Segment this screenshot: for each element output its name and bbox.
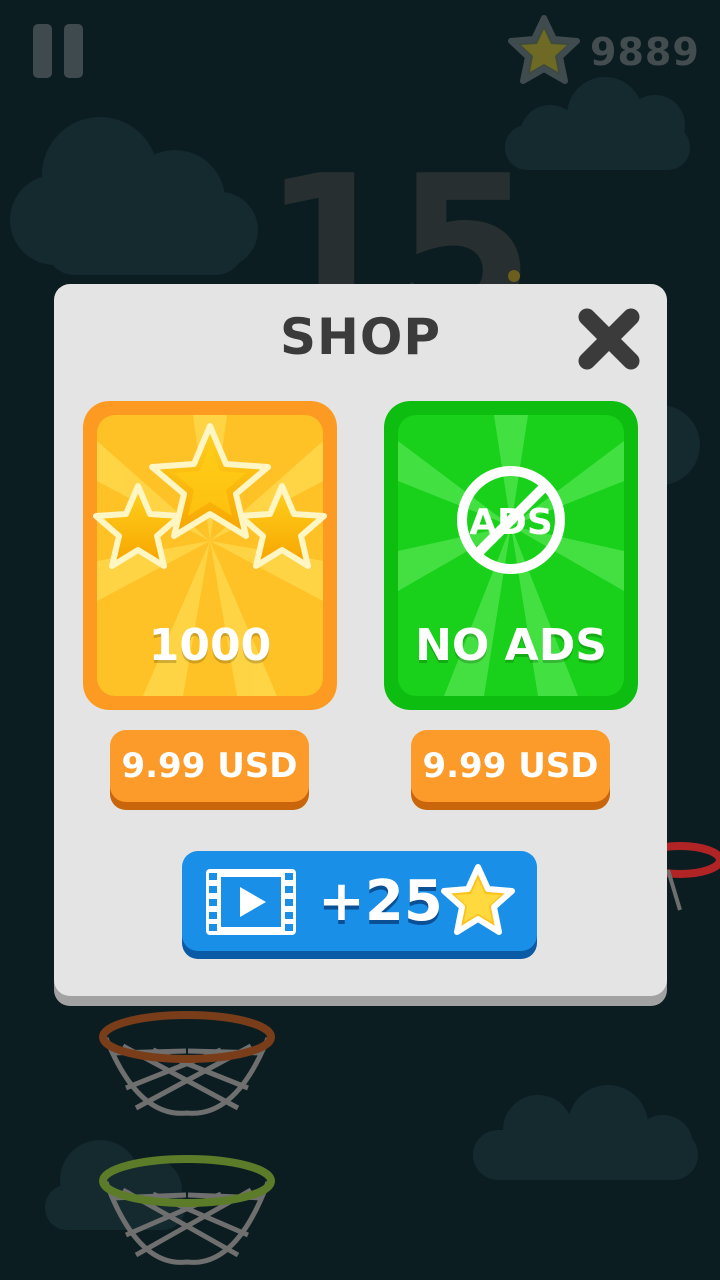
price-label: 9.99 USD [121,746,298,786]
video-film-icon [206,869,296,935]
close-icon[interactable] [576,306,642,372]
three-stars-icon [93,423,327,569]
stars-pack-label: 1000 [148,620,272,671]
ball-dot [508,270,520,282]
no-ads-icon: ADS [457,466,565,574]
star-icon [508,15,580,84]
cloud-decoration [10,117,258,275]
no-ads-price-button[interactable]: 9.99 USD [411,730,610,810]
star-icon [441,864,515,935]
price-label: 9.99 USD [422,746,599,786]
cloud-decoration [473,1085,698,1180]
video-reward-label: +25 [318,869,443,934]
star-total: 9889 [590,30,700,74]
hoop-decoration [99,1011,275,1116]
watch-video-button[interactable]: +25 [182,851,537,959]
hoop-decoration [99,1155,275,1265]
shop-dialog: SHOP 1000 NO ADS 9.99 USD 9.99 USD +25 [54,284,667,996]
pause-icon [33,24,52,78]
pause-button[interactable] [33,24,83,78]
no-ads-pack-label: NO ADS [415,620,607,671]
stars-pack-price-button[interactable]: 9.99 USD [110,730,309,810]
